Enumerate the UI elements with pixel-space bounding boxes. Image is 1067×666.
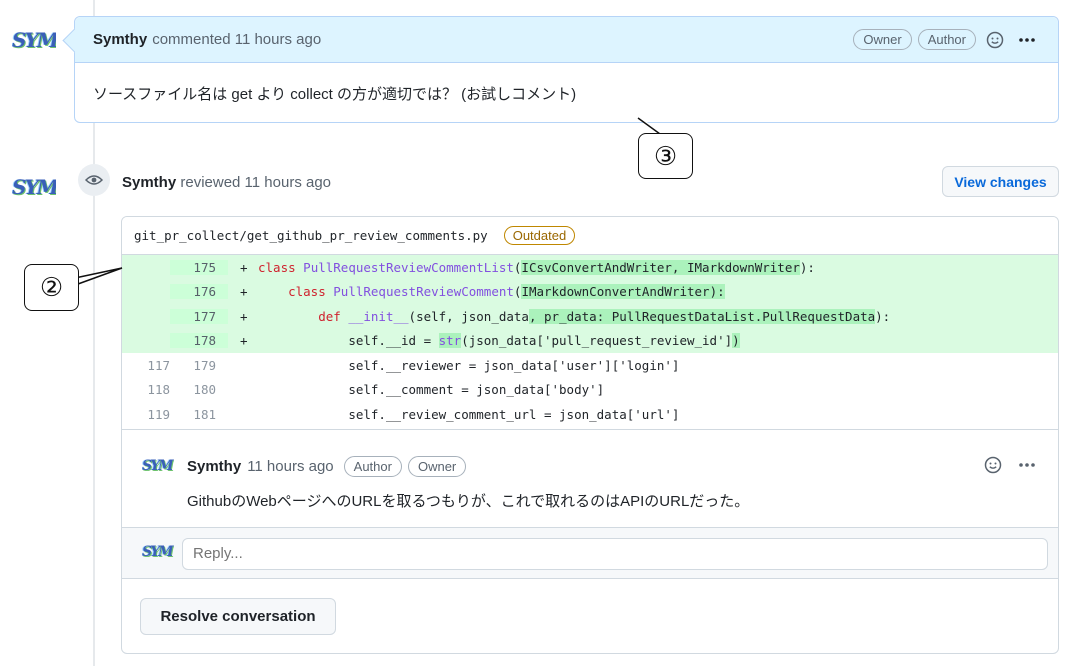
code-text: self.__id = str(json_data['pull_request_… [348,333,740,349]
new-line-number[interactable]: 181 [170,407,228,422]
file-path[interactable]: git_pr_collect/get_github_pr_review_comm… [134,228,488,243]
review-author[interactable]: Symthy [122,174,176,191]
review-thread: git_pr_collect/get_github_pr_review_comm… [121,216,1059,654]
new-line-number[interactable]: 176 [170,284,228,300]
comment-author[interactable]: Symthy [187,458,241,475]
reply-input[interactable] [182,537,1048,570]
diff-line: 117 179 self.__reviewer = json_data['use… [122,353,1058,378]
thread-comment-header: Symthy 11 hours ago Author Owner [187,455,467,477]
owner-badge: Owner [407,455,467,477]
diff-line: 178 + self.__id = str(json_data['pull_re… [122,328,1058,353]
reply-area: SYM [122,526,1058,579]
diff-line: 176 + class PullRequestReviewComment(IMa… [122,279,1058,304]
diff-sign: + [240,333,248,349]
callout-2: ② [24,264,79,311]
diff-line: 175 + class PullRequestReviewCommentList… [122,255,1058,280]
comment-timestamp[interactable]: 11 hours ago [247,458,333,475]
avatar[interactable]: SYM [12,28,56,56]
new-line-number[interactable]: 179 [170,358,228,373]
eye-icon [78,164,110,196]
review-timestamp[interactable]: reviewed 11 hours ago [180,174,331,191]
smiley-icon[interactable] [982,27,1008,53]
code-text: self.__review_comment_url = json_data['u… [348,406,680,422]
code-text: self.__reviewer = json_data['user']['log… [348,357,680,373]
avatar[interactable]: SYM [142,458,174,478]
diff-line: 118 180 self.__comment = json_data['body… [122,378,1058,403]
diff-sign: + [240,259,248,275]
callout-3: ③ [638,133,693,179]
new-line-number[interactable]: 177 [170,308,228,324]
resolve-conversation-button[interactable]: Resolve conversation [140,598,336,635]
author-badge: Author [917,29,976,50]
diff-sign: + [240,308,248,324]
comment-body: GithubのWebページへのURLを取るつもりが、これで取れるのはAPIのUR… [187,492,750,510]
avatar: SYM [142,543,174,560]
new-line-number[interactable]: 180 [170,382,228,397]
new-line-number[interactable]: 175 [170,259,228,275]
thread-comment: SYM Symthy 11 hours ago Author Owner Git… [122,428,1058,527]
avatar[interactable]: SYM [12,175,56,203]
comment-timestamp[interactable]: commented 11 hours ago [152,31,321,48]
file-header: git_pr_collect/get_github_pr_review_comm… [122,217,1058,255]
owner-badge: Owner [853,29,912,50]
comment-body: ソースファイル名は get より collect の方が適切では？ (お試しコメ… [93,86,577,103]
thread-comment-actions [980,452,1040,478]
new-line-number[interactable]: 178 [170,333,228,349]
code-text: self.__comment = json_data['body'] [348,382,605,398]
outdated-badge: Outdated [503,226,576,245]
view-changes-button[interactable]: View changes [942,166,1059,197]
comment-header: Symthy commented 11 hours ago Owner Auth… [75,17,1058,63]
diff-line: 119 181 self.__review_comment_url = json… [122,402,1058,427]
code-text: class PullRequestReviewComment(IMarkdown… [288,284,725,300]
comment-author[interactable]: Symthy [93,31,147,48]
callout-pointer [74,267,123,285]
code-text: def __init__(self, json_data, pr_data: P… [318,308,891,324]
old-line-number[interactable]: 117 [122,358,170,373]
kebab-menu-icon[interactable] [1014,27,1040,53]
author-badge: Author [343,455,402,477]
review-summary: Symthy reviewed 11 hours ago [122,174,331,191]
kebab-menu-icon[interactable] [1014,452,1040,478]
diff-line: 177 + def __init__(self, json_data, pr_d… [122,304,1058,329]
old-line-number[interactable]: 119 [122,407,170,422]
code-text: class PullRequestReviewCommentList(ICsvC… [258,259,815,275]
comment-header-actions: Owner Author [853,27,1040,53]
smiley-icon[interactable] [980,452,1006,478]
diff-sign: + [240,284,248,300]
top-comment: Symthy commented 11 hours ago Owner Auth… [74,16,1059,123]
old-line-number[interactable]: 118 [122,382,170,397]
